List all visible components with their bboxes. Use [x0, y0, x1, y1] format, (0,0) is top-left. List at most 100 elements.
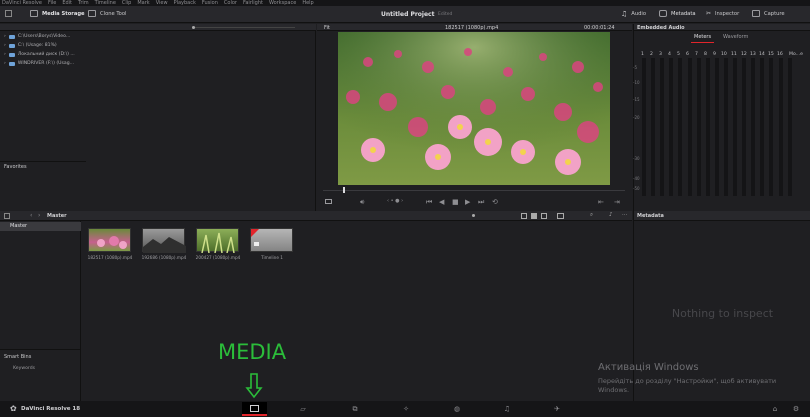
- media-storage-header: [0, 24, 316, 31]
- reverse-icon[interactable]: ◀: [439, 198, 444, 206]
- meter-channel: [642, 58, 646, 196]
- fit-dropdown[interactable]: Fit: [324, 25, 330, 31]
- down-arrow-icon: [245, 373, 263, 399]
- jog-wheel[interactable]: ‹ • ● ›: [387, 198, 403, 204]
- meter-channel: [669, 58, 674, 196]
- sort-icon[interactable]: [557, 213, 564, 219]
- go-to-start-icon[interactable]: ⏮: [426, 198, 432, 207]
- timeline-label: Timeline 1: [261, 255, 283, 260]
- loop-icon[interactable]: ⟲: [492, 198, 498, 206]
- drive-row[interactable]: › C:\Users\Borys\Video...: [0, 32, 86, 41]
- grass-thumb: [201, 232, 235, 254]
- divider: [0, 161, 86, 162]
- edit-page-icon: ⧉: [352, 404, 358, 413]
- more-options-icon[interactable]: ⋯: [622, 212, 628, 218]
- metadata-title: Metadata: [637, 213, 664, 219]
- master-bin[interactable]: Master: [0, 222, 81, 231]
- clip-label: 192686 (1080p).mp4: [141, 255, 187, 260]
- flower-thumb: [97, 236, 127, 249]
- playhead[interactable]: [343, 187, 345, 193]
- drive-icon: [8, 34, 15, 39]
- grid-view-icon[interactable]: [531, 213, 537, 219]
- page-fairlight-button[interactable]: ♫: [501, 405, 513, 413]
- page-media-button[interactable]: [242, 402, 267, 416]
- page-color-button[interactable]: ◍: [451, 405, 463, 413]
- keywords-bin[interactable]: Keywords: [13, 366, 35, 371]
- page-deliver-button[interactable]: ✈: [551, 405, 563, 413]
- zoom-slider-track[interactable]: [195, 27, 295, 28]
- meter-channel: [723, 58, 728, 196]
- volume-icon[interactable]: 🔊︎: [360, 198, 364, 207]
- meter-channel: [687, 58, 692, 196]
- page-edit-button[interactable]: ⧉: [349, 405, 361, 413]
- flower-field-image: [338, 32, 610, 185]
- clip-thumbnail[interactable]: [142, 228, 186, 253]
- search-icon[interactable]: ⌕: [590, 212, 593, 219]
- thumb-size-handle[interactable]: [472, 214, 475, 217]
- clip-thumbnail[interactable]: [88, 228, 131, 252]
- landscape-thumb: [143, 237, 186, 253]
- empty-state: Nothing to inspect: [671, 307, 774, 320]
- project-title: Untitled Project: [381, 11, 435, 18]
- settings-button[interactable]: ⚙: [790, 405, 802, 413]
- favorites-label: Favorites: [4, 164, 27, 170]
- activation-title: Активація Windows: [598, 362, 699, 373]
- meter-channel: [651, 58, 656, 196]
- timeline-thumb: [251, 229, 259, 246]
- meter-channel: [760, 58, 765, 196]
- viewer-header: Fit 182517 (1080p).mp4 00:00:01:24: [317, 24, 632, 31]
- media-annotation-label: MEDIA: [218, 340, 287, 364]
- transport-controls: 🔊︎ ‹ • ● › ⏮ ◀ ■ ▶ ⏭ ⟲ ⇤ ⇥: [317, 196, 632, 211]
- media-storage-button[interactable]: Media Storage: [30, 10, 85, 17]
- meter-channel: [714, 58, 719, 196]
- clip-name: 182517 (1080p).mp4: [445, 25, 499, 31]
- mark-out-icon[interactable]: ⇥: [614, 198, 620, 206]
- scrubber-track[interactable]: [323, 190, 625, 191]
- meter-channel: [705, 58, 710, 196]
- activation-text: Перейдіть до розділу "Настройки", щоб ак…: [598, 377, 777, 385]
- clone-tool-button[interactable]: Clone Tool: [88, 10, 126, 17]
- viewer-image: [338, 32, 610, 185]
- davinci-logo-icon: ✿: [10, 404, 17, 413]
- cut-page-icon: ▱: [300, 405, 306, 413]
- home-icon: ⌂: [772, 405, 778, 413]
- timecode: 00:00:01:24: [584, 25, 615, 31]
- meter-channel: [660, 58, 665, 196]
- back-icon[interactable]: ‹: [30, 212, 32, 219]
- drive-row[interactable]: › C:\ (Usage: 81%): [0, 41, 86, 50]
- panel-toggle-icon[interactable]: [5, 10, 12, 17]
- meter-channel: [778, 58, 783, 196]
- viewer-mode-icon[interactable]: [325, 199, 332, 204]
- audio-clip-icon[interactable]: ♪: [609, 212, 613, 218]
- page-cut-button[interactable]: ▱: [297, 405, 309, 413]
- media-storage-panel: › C:\Users\Borys\Video... › C:\ (Usage: 81…: [0, 24, 316, 211]
- meter-channel: [787, 58, 792, 196]
- bin-list-toggle-icon[interactable]: [4, 213, 10, 219]
- go-to-end-icon[interactable]: ⏭: [478, 198, 484, 207]
- detail-view-icon[interactable]: [541, 213, 547, 219]
- media-pool-header: ‹ › Master ⌕ ♪ ⋯: [0, 211, 632, 221]
- activation-text: Windows.: [598, 386, 630, 394]
- meter-channel: [742, 58, 747, 196]
- mark-in-icon[interactable]: ⇤: [598, 198, 604, 206]
- meter-channel: [769, 58, 774, 196]
- play-icon[interactable]: ▶: [465, 198, 470, 206]
- home-button[interactable]: ⌂: [769, 405, 781, 413]
- viewer-panel: Fit 182517 (1080p).mp4 00:00:01:24 🔊︎ ‹ …: [317, 24, 632, 211]
- clip-thumbnail[interactable]: [196, 228, 239, 254]
- drive-tree: › C:\Users\Borys\Video... › C:\ (Usage: 81…: [0, 32, 86, 68]
- gear-icon: ⚙: [792, 405, 800, 413]
- list-view-icon[interactable]: [521, 213, 527, 219]
- clone-tool-label: Clone Tool: [100, 10, 127, 17]
- timeline-thumbnail[interactable]: [250, 228, 293, 252]
- stop-icon[interactable]: ■: [452, 198, 459, 206]
- meter-channel: [678, 58, 683, 196]
- clone-tool-icon: [88, 10, 96, 17]
- drive-row[interactable]: › WINDRIVER (F:\) (Usag...: [0, 59, 86, 68]
- drive-icon: [8, 52, 15, 57]
- forward-icon[interactable]: ›: [38, 212, 40, 219]
- drive-row[interactable]: › Локальний диск (D:\) ...: [0, 50, 86, 59]
- page-fusion-button[interactable]: ✧: [400, 405, 412, 413]
- bin-list: Master Smart Bins Keywords: [0, 221, 81, 401]
- clip-label: 182517 (1080p).mp4: [87, 255, 133, 260]
